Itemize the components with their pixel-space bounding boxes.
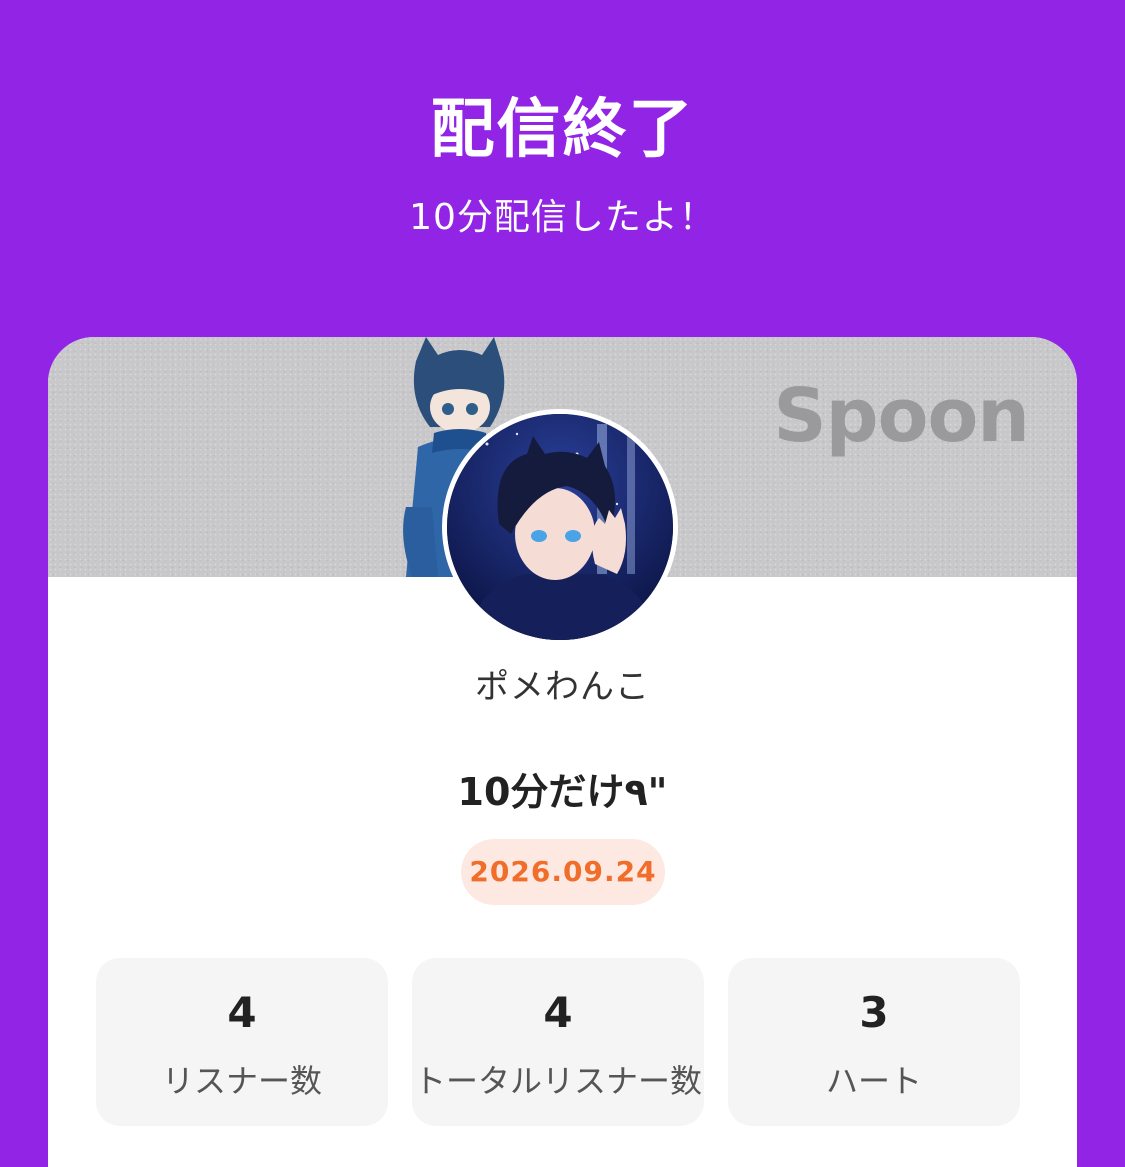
live-title: 10分だけ٩" — [457, 770, 668, 814]
spoon-logo: Spoon — [773, 373, 1030, 459]
page-subtitle: 10分配信したよ！ — [409, 197, 716, 238]
header: 配信終了 10分配信したよ！ — [0, 0, 1125, 338]
stat-label: リスナー数 — [161, 1062, 322, 1100]
page-title: 配信終了 — [430, 93, 695, 167]
avatar-image — [447, 414, 673, 640]
stat-label: トータルリスナー数 — [413, 1062, 702, 1100]
stat-total-listeners: 4 トータルリスナー数 — [412, 958, 704, 1126]
stat-hearts: 3 ハート — [728, 958, 1020, 1126]
avatar[interactable] — [442, 409, 678, 645]
stat-value: 4 — [227, 988, 257, 1037]
live-summary-card: Spoon ポメわんこ 10分だけ٩" 2026.09.24 4 リスナー数 4… — [48, 337, 1077, 1167]
date-badge: 2026.09.24 — [461, 839, 665, 905]
stat-value: 4 — [543, 988, 573, 1037]
stat-value: 3 — [859, 988, 889, 1037]
stat-listeners: 4 リスナー数 — [96, 958, 388, 1126]
username: ポメわんこ — [475, 667, 650, 707]
stat-label: ハート — [825, 1062, 922, 1100]
